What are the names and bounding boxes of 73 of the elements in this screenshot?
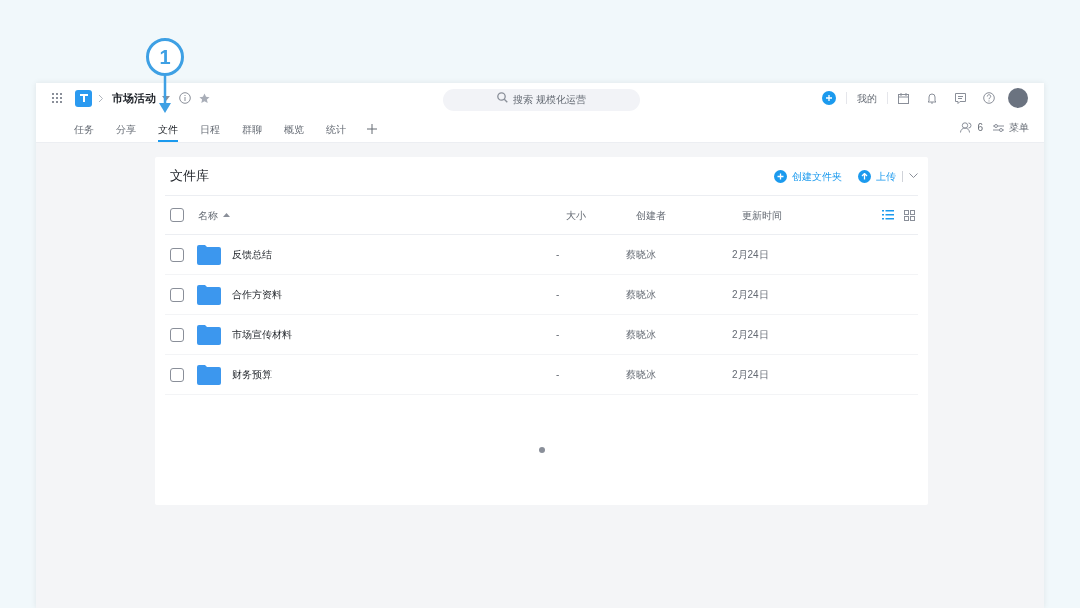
upload-button[interactable]: 上传 [876, 168, 896, 184]
info-icon[interactable] [179, 92, 191, 104]
chevron-right-icon [98, 93, 104, 103]
file-size: - [556, 328, 561, 342]
column-header: 大小 [566, 208, 587, 223]
bell-icon[interactable] [927, 92, 937, 104]
grid-view-icon[interactable] [904, 209, 915, 221]
checkbox[interactable] [170, 208, 184, 222]
search-icon [497, 92, 508, 103]
column-header[interactable]: 名称 [198, 207, 218, 223]
plus-icon [825, 94, 833, 102]
file-size: - [556, 248, 561, 262]
tab[interactable]: 任务 [74, 118, 94, 142]
folder-name: 反馈总结 [232, 248, 272, 262]
menu-button[interactable]: 菜单 [1009, 120, 1029, 135]
folder-name: 市场宣传材料 [232, 328, 292, 342]
folder-name: 财务预算 [232, 368, 272, 382]
add-folder-icon[interactable] [774, 169, 787, 183]
file-row[interactable]: 合作方资料 - 蔡晓冰 2月24日 [165, 275, 918, 315]
dropdown-caret-icon[interactable] [162, 95, 170, 101]
creator-name: 蔡晓冰 [626, 248, 657, 262]
file-row[interactable]: 市场宣传材料 - 蔡晓冰 2月24日 [165, 315, 918, 355]
star-icon[interactable] [199, 92, 210, 104]
folder-name: 合作方资料 [232, 288, 282, 302]
tab[interactable]: 文件 [158, 118, 178, 142]
folder-icon [197, 284, 221, 305]
app-logo[interactable] [75, 89, 92, 107]
file-size: - [556, 368, 561, 382]
apps-grid-icon[interactable] [52, 93, 62, 103]
folder-icon [197, 244, 221, 265]
updated-date: 2月24日 [732, 368, 770, 382]
members-icon[interactable] [960, 122, 973, 133]
creator-name: 蔡晓冰 [626, 328, 657, 342]
checkbox[interactable] [170, 247, 184, 262]
search-field[interactable]: 搜索 规模化运营 [443, 88, 640, 111]
updated-date: 2月24日 [732, 328, 770, 342]
add-tab-icon[interactable] [367, 124, 377, 134]
library-title: 文件库 [170, 167, 209, 186]
tab[interactable]: 分享 [116, 118, 136, 142]
tab[interactable]: 日程 [200, 118, 220, 142]
creator-name: 蔡晓冰 [626, 288, 657, 302]
member-count[interactable]: 6 [977, 120, 983, 135]
list-view-icon[interactable] [882, 210, 894, 220]
sort-ascending-icon[interactable] [223, 213, 230, 217]
chevron-down-icon[interactable] [909, 173, 918, 179]
updated-date: 2月24日 [732, 248, 770, 262]
column-header: 创建者 [636, 208, 667, 223]
checkbox[interactable] [170, 287, 184, 302]
create-folder-button[interactable]: 创建文件夹 [792, 168, 842, 184]
file-row[interactable]: 反馈总结 - 蔡晓冰 2月24日 [165, 235, 918, 275]
add-button[interactable] [822, 91, 836, 105]
checkbox[interactable] [170, 327, 184, 342]
tab[interactable]: 群聊 [242, 118, 262, 142]
mine-link[interactable]: 我的 [857, 90, 877, 106]
help-icon[interactable] [983, 92, 995, 104]
file-row[interactable]: 财务预算 - 蔡晓冰 2月24日 [165, 355, 918, 395]
sliders-icon[interactable] [993, 122, 1004, 133]
upload-icon[interactable] [858, 169, 871, 183]
calendar-icon[interactable] [898, 92, 909, 104]
step-callout: 1 [146, 38, 184, 76]
tab[interactable]: 统计 [326, 118, 346, 142]
file-size: - [556, 288, 561, 302]
folder-icon [197, 324, 221, 345]
column-header: 更新时间 [742, 208, 783, 223]
checkbox[interactable] [170, 367, 184, 382]
message-icon[interactable] [955, 92, 966, 104]
updated-date: 2月24日 [732, 288, 770, 302]
creator-name: 蔡晓冰 [626, 368, 657, 382]
callout-arrow [159, 76, 171, 113]
project-title[interactable]: 市场活动 [112, 89, 156, 107]
tab[interactable]: 概览 [284, 118, 304, 142]
folder-icon [197, 364, 221, 385]
user-avatar[interactable] [1008, 88, 1028, 108]
